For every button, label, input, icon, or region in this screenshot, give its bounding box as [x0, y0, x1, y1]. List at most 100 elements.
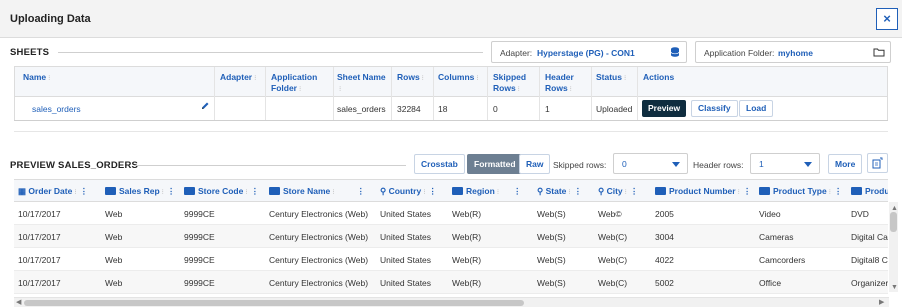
- abc-icon: [759, 187, 770, 195]
- cell-product-category: DVD: [851, 209, 869, 219]
- cell-product-number: 5002: [655, 278, 674, 288]
- horizontal-scrollbar-thumb[interactable]: [24, 300, 524, 306]
- pencil-icon[interactable]: [200, 101, 210, 113]
- column-header-order-date[interactable]: ▦ Order Date ⁝ ⋮: [18, 186, 88, 197]
- cell-country: United States: [380, 278, 432, 288]
- location-icon: ⚲: [380, 186, 389, 196]
- kebab-menu-icon[interactable]: ⋮: [167, 186, 176, 196]
- database-icon: [669, 46, 681, 58]
- sort-icon[interactable]: ⁝: [570, 84, 572, 95]
- sort-icon[interactable]: ⁝: [829, 188, 831, 196]
- header-rows-cell: 1: [545, 104, 550, 114]
- header-rows-value: 1: [759, 159, 764, 169]
- cell-sales-rep: Web: [105, 232, 123, 242]
- sort-icon[interactable]: ⁝: [518, 84, 520, 95]
- adapter-select[interactable]: Adapter: Hyperstage (PG) - CON1: [491, 41, 687, 63]
- column-header-header-rows[interactable]: Header Rows ⁝: [545, 72, 589, 95]
- sort-icon[interactable]: ⁝: [48, 73, 50, 84]
- sort-icon[interactable]: ⁝: [339, 84, 341, 95]
- column-header-columns[interactable]: Columns ⁝: [438, 72, 479, 84]
- scroll-down-icon[interactable]: ▼: [891, 284, 898, 291]
- sheet-name-link[interactable]: sales_orders: [32, 104, 81, 114]
- cell-region: Web(R): [452, 209, 482, 219]
- table-row: 10/17/2017 Web 9999CE Century Electronic…: [14, 202, 888, 225]
- cell-sales-rep: Web: [105, 255, 123, 265]
- preview-button[interactable]: Preview: [642, 100, 687, 117]
- column-header-sales-rep[interactable]: Sales Rep ⁝ ⋮: [105, 186, 175, 197]
- column-header-store-code[interactable]: Store Code ⁝ ⋮: [184, 186, 259, 197]
- sort-icon[interactable]: ⁝: [625, 188, 627, 196]
- vertical-scrollbar-thumb[interactable]: [890, 212, 897, 232]
- scroll-left-icon[interactable]: ◀: [16, 298, 21, 306]
- column-header-skipped-rows[interactable]: Skipped Rows ⁝: [493, 72, 537, 95]
- folder-icon[interactable]: [873, 46, 885, 58]
- column-header-application-folder[interactable]: Application Folder ⁝: [271, 72, 331, 95]
- classify-button[interactable]: Classify: [691, 100, 738, 117]
- raw-toggle[interactable]: Raw: [519, 154, 551, 174]
- column-header-product-category[interactable]: Product C: [851, 186, 888, 196]
- skipped-rows-select[interactable]: 0: [613, 153, 688, 174]
- kebab-menu-icon[interactable]: ⋮: [513, 186, 522, 196]
- sort-icon[interactable]: ⁝: [738, 188, 740, 196]
- header-rows-label: Header rows:: [693, 160, 744, 170]
- kebab-menu-icon[interactable]: ⋮: [428, 186, 437, 196]
- sort-icon[interactable]: ⁝: [162, 188, 164, 196]
- column-header-rows[interactable]: Rows ⁝: [397, 72, 424, 84]
- cell-order-date: 10/17/2017: [18, 255, 61, 265]
- kebab-menu-icon[interactable]: ⋮: [356, 186, 365, 196]
- cell-product-type: Camcorders: [759, 255, 806, 265]
- sort-icon[interactable]: ⁝: [624, 73, 626, 84]
- cell-country: United States: [380, 232, 432, 242]
- sort-icon[interactable]: ⁝: [74, 188, 76, 196]
- cell-store-code: 9999CE: [184, 278, 215, 288]
- column-header-product-type[interactable]: Product Type ⁝ ⋮: [759, 186, 842, 197]
- sort-icon[interactable]: ⁝: [497, 188, 499, 196]
- scroll-right-icon[interactable]: ▶: [879, 298, 884, 306]
- more-button[interactable]: More: [828, 154, 863, 174]
- column-header-region[interactable]: Region ⁝ ⋮: [452, 186, 522, 197]
- column-header-sheet-name[interactable]: Sheet Name⁝: [337, 72, 387, 95]
- sort-icon[interactable]: ⁝: [254, 73, 256, 84]
- sort-icon[interactable]: ⁝: [245, 188, 247, 196]
- kebab-menu-icon[interactable]: ⋮: [743, 186, 752, 196]
- formatted-toggle[interactable]: Formatted: [467, 154, 523, 174]
- export-icon[interactable]: [867, 153, 888, 173]
- cell-product-number: 2005: [655, 209, 674, 219]
- cell-state: Web(S): [537, 278, 566, 288]
- column-header-country[interactable]: ⚲ Country ⁝ ⋮: [380, 186, 437, 197]
- column-header-store-name[interactable]: Store Name ⁝ ⋮: [269, 186, 365, 197]
- location-icon: ⚲: [598, 186, 607, 196]
- kebab-menu-icon[interactable]: ⋮: [834, 186, 843, 196]
- application-folder-field[interactable]: Application Folder: myhome: [695, 41, 891, 63]
- kebab-menu-icon[interactable]: ⋮: [630, 186, 639, 196]
- column-header-status[interactable]: Status ⁝: [596, 72, 626, 84]
- sheets-divider: [58, 52, 483, 53]
- kebab-menu-icon[interactable]: ⋮: [251, 186, 260, 196]
- kebab-menu-icon[interactable]: ⋮: [574, 186, 583, 196]
- sort-icon[interactable]: ⁝: [422, 73, 424, 84]
- sort-icon[interactable]: ⁝: [476, 73, 478, 84]
- close-button[interactable]: ×: [876, 8, 898, 30]
- sort-icon[interactable]: ⁝: [332, 188, 334, 196]
- header-rows-select[interactable]: 1: [750, 153, 820, 174]
- crosstab-button[interactable]: Crosstab: [414, 154, 465, 174]
- cell-country: United States: [380, 209, 432, 219]
- cell-store-name: Century Electronics (Web): [269, 209, 369, 219]
- kebab-menu-icon[interactable]: ⋮: [80, 186, 89, 196]
- sort-icon[interactable]: ⁝: [423, 188, 425, 196]
- column-header-adapter[interactable]: Adapter ⁝: [220, 72, 256, 84]
- column-header-state[interactable]: ⚲ State ⁝ ⋮: [537, 186, 582, 197]
- column-header-name[interactable]: Name ⁝: [23, 72, 50, 84]
- skipped-rows-value: 0: [622, 159, 627, 169]
- abc-icon: [105, 187, 116, 195]
- horizontal-scrollbar[interactable]: [14, 297, 889, 307]
- scroll-up-icon[interactable]: ▲: [891, 205, 898, 212]
- column-header-city[interactable]: ⚲ City ⁝ ⋮: [598, 186, 638, 197]
- sort-icon[interactable]: ⁝: [568, 188, 570, 196]
- sort-icon[interactable]: ⁝: [299, 84, 301, 95]
- vertical-scrollbar[interactable]: [889, 202, 898, 292]
- load-button[interactable]: Load: [739, 100, 774, 117]
- column-header-product-number[interactable]: Product Number ⁝ ⋮: [655, 186, 751, 197]
- abc-icon: [851, 187, 862, 195]
- column-header-actions: Actions: [643, 72, 675, 82]
